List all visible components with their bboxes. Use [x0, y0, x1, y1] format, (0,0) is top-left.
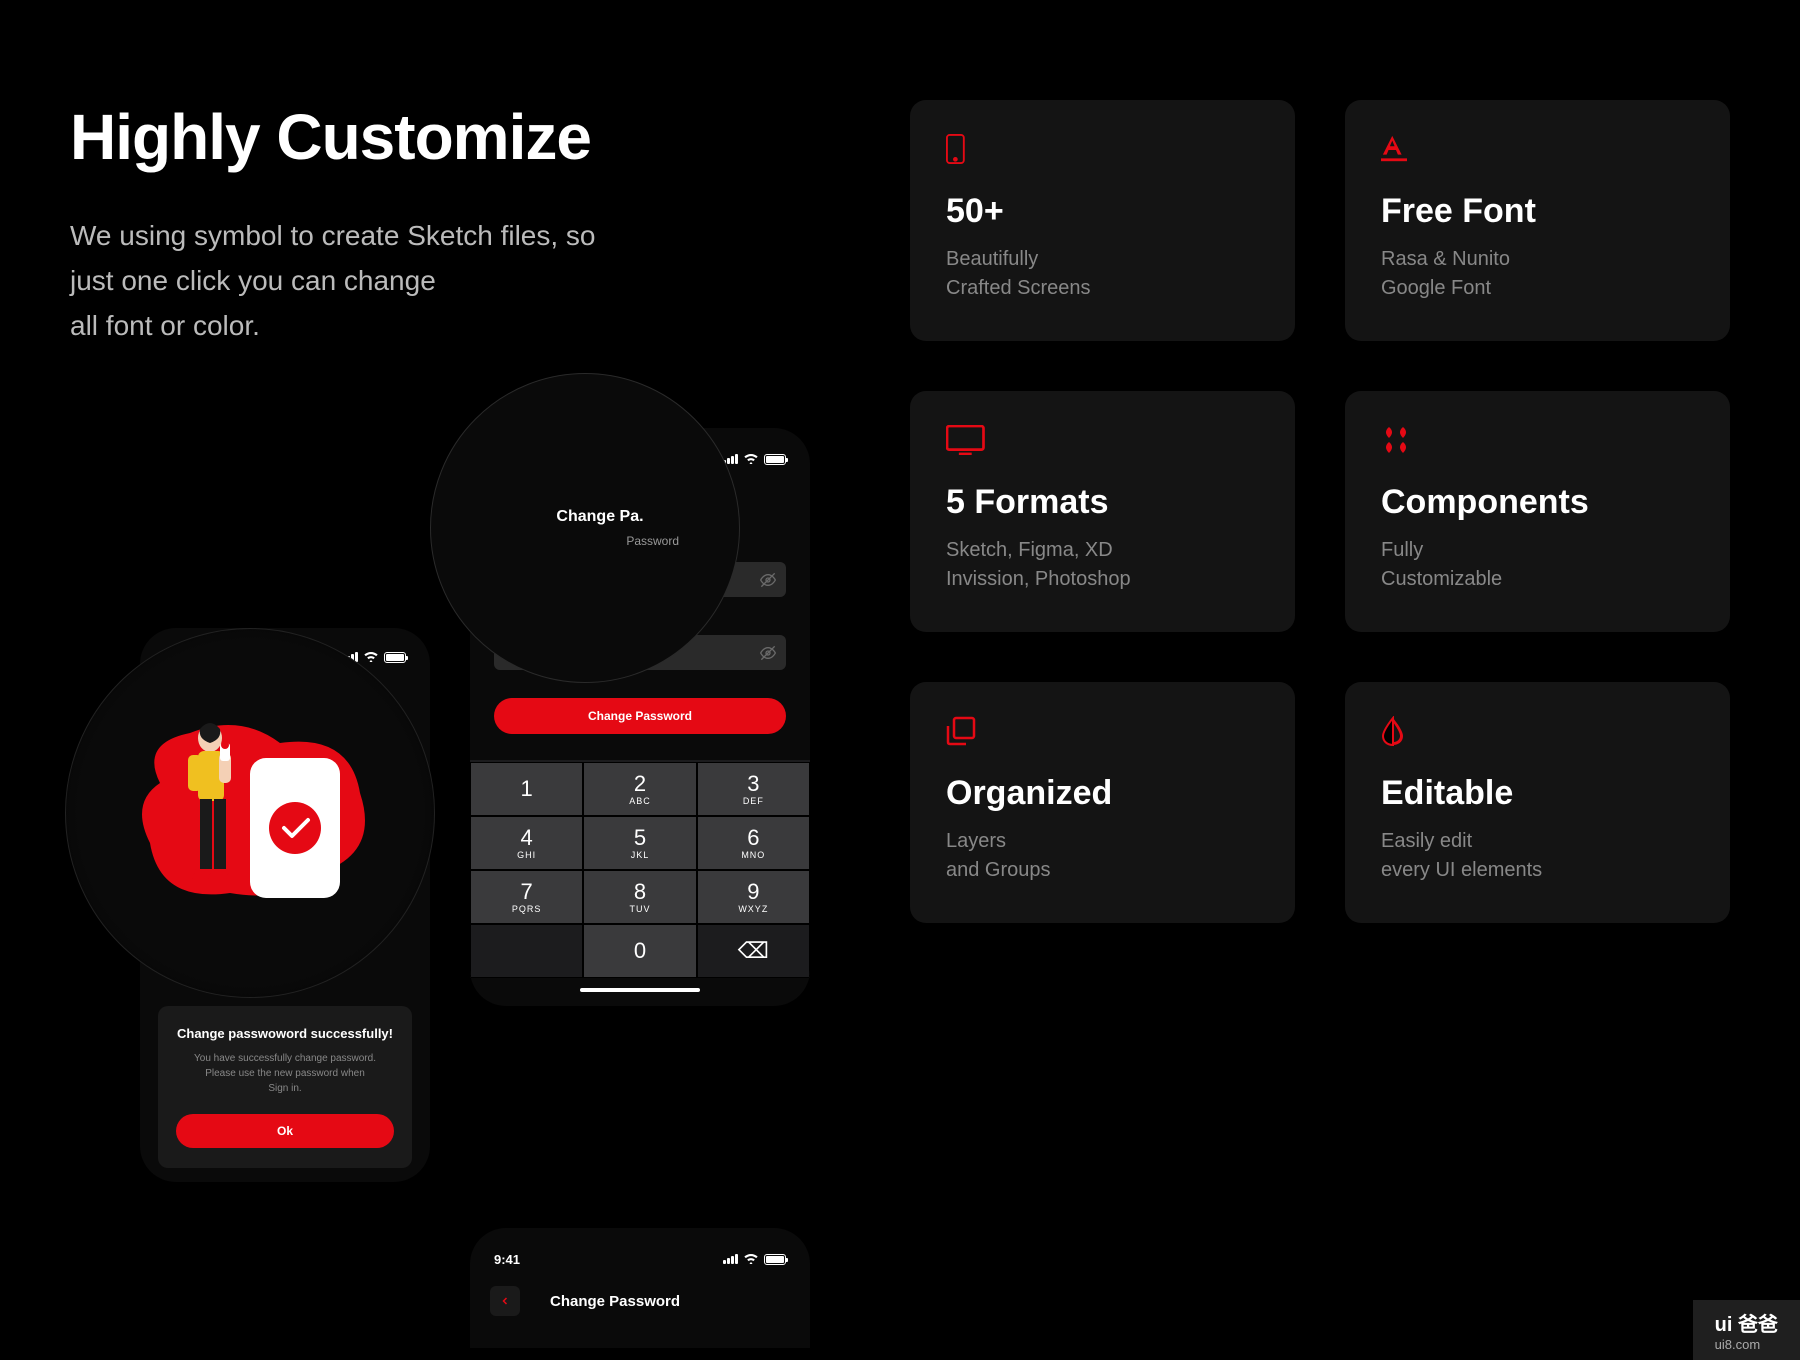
- card-title: 5 Formats: [946, 483, 1259, 522]
- keypad-key-3[interactable]: 3DEF: [697, 762, 810, 816]
- feature-card-editable: Editable Easily editevery UI elements: [1345, 682, 1730, 923]
- watermark-domain: ui8.com: [1715, 1337, 1778, 1352]
- card-title: Organized: [946, 774, 1259, 813]
- feature-card-font: Free Font Rasa & NunitoGoogle Font: [1345, 100, 1730, 341]
- eye-off-icon[interactable]: [760, 572, 776, 588]
- keypad-delete[interactable]: ⌫: [697, 924, 810, 978]
- zoom-label: Password: [451, 534, 719, 548]
- keypad-key-5[interactable]: 5JKL: [583, 816, 696, 870]
- home-indicator: [580, 988, 700, 992]
- feature-card-formats: 5 Formats Sketch, Figma, XDInvission, Ph…: [910, 391, 1295, 632]
- battery-icon: [384, 652, 406, 663]
- feature-card-screens: 50+ BeautifullyCrafted Screens: [910, 100, 1295, 341]
- font-icon: [1381, 134, 1694, 170]
- components-icon: [1381, 425, 1694, 461]
- keypad-key-1[interactable]: 1: [470, 762, 583, 816]
- keypad-key-4[interactable]: 4GHI: [470, 816, 583, 870]
- numeric-keypad: 12ABC3DEF 4GHI5JKL6MNO 7PQRS8TUV9WXYZ0⌫: [470, 760, 810, 978]
- keypad-key-9[interactable]: 9WXYZ: [697, 870, 810, 924]
- droplet-icon: [1381, 716, 1694, 752]
- card-title: Free Font: [1381, 192, 1694, 231]
- zoom-lens: Change Pa. Password: [430, 373, 740, 683]
- keypad-key-2[interactable]: 2ABC: [583, 762, 696, 816]
- wifi-icon: [744, 454, 758, 464]
- change-password-button[interactable]: Change Password: [494, 698, 786, 734]
- phone-icon: [946, 134, 1259, 170]
- card-desc: Easily editevery UI elements: [1381, 827, 1694, 885]
- keypad-key-empty: [470, 924, 583, 978]
- phone-mockups: 9:41 Password ••••••• Confi: [70, 488, 850, 1288]
- feature-cards: 50+ BeautifullyCrafted Screens Free Font…: [910, 100, 1730, 1288]
- back-button[interactable]: [490, 1286, 520, 1316]
- hero-title: Highly Customize: [70, 100, 850, 174]
- card-desc: Sketch, Figma, XDInvission, Photoshop: [946, 536, 1259, 594]
- card-desc: FullyCustomizable: [1381, 536, 1694, 594]
- card-title: 50+: [946, 192, 1259, 231]
- card-desc: BeautifullyCrafted Screens: [946, 245, 1259, 303]
- battery-icon: [764, 1254, 786, 1265]
- wifi-icon: [364, 652, 378, 662]
- card-title: Components: [1381, 483, 1694, 522]
- phone-change-password-2: 9:41 Change Password: [470, 1228, 810, 1348]
- feature-card-organized: Organized Layersand Groups: [910, 682, 1295, 923]
- battery-icon: [764, 454, 786, 465]
- modal-description: You have successfully change password. P…: [176, 1051, 394, 1096]
- watermark-brand: ui 爸爸: [1715, 1308, 1778, 1337]
- feature-card-components: Components FullyCustomizable: [1345, 391, 1730, 632]
- screen-title: Change Password: [550, 1293, 680, 1310]
- eye-off-icon[interactable]: [760, 645, 776, 661]
- hero-description: We using symbol to create Sketch files, …: [70, 214, 850, 348]
- signal-icon: [723, 1254, 738, 1264]
- zoom-lens-illustration: [65, 628, 435, 998]
- ok-button[interactable]: Ok: [176, 1114, 394, 1148]
- zoom-screen-title: Change Pa.: [556, 508, 643, 526]
- keypad-key-7[interactable]: 7PQRS: [470, 870, 583, 924]
- keypad-key-6[interactable]: 6MNO: [697, 816, 810, 870]
- card-desc: Rasa & NunitoGoogle Font: [1381, 245, 1694, 303]
- card-title: Editable: [1381, 774, 1694, 813]
- status-bar: 9:41: [470, 1244, 810, 1274]
- watermark: ui 爸爸 ui8.com: [1693, 1300, 1800, 1360]
- desktop-icon: [946, 425, 1259, 461]
- keypad-key-8[interactable]: 8TUV: [583, 870, 696, 924]
- success-illustration: [120, 703, 380, 923]
- status-time: 9:41: [494, 1252, 520, 1267]
- layers-icon: [946, 716, 1259, 752]
- modal-title: Change passwoword successfully!: [176, 1026, 394, 1041]
- card-desc: Layersand Groups: [946, 827, 1259, 885]
- keypad-key-0[interactable]: 0: [583, 924, 696, 978]
- wifi-icon: [744, 1254, 758, 1264]
- success-modal: Change passwoword successfully! You have…: [158, 1006, 412, 1168]
